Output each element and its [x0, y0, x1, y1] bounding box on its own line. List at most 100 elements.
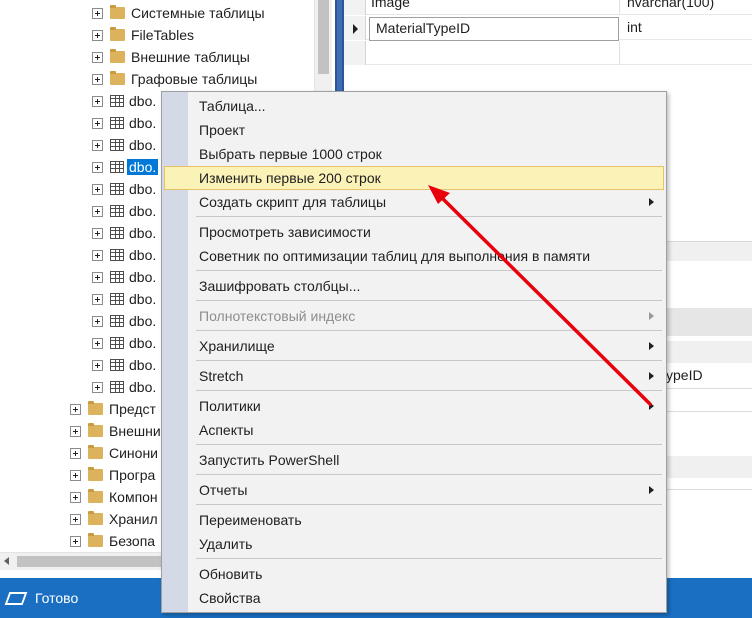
tree-item-label[interactable]: FileTables: [131, 27, 194, 43]
tree-item-label[interactable]: dbo.: [129, 115, 156, 131]
menu-item[interactable]: Stretch: [164, 364, 664, 388]
tree-item-folder[interactable]: Графовые таблицы: [92, 68, 257, 90]
tree-item-label[interactable]: dbo.: [129, 357, 156, 373]
tree-item-label[interactable]: dbo.: [129, 269, 156, 285]
menu-item[interactable]: Советник по оптимизации таблиц для выпол…: [164, 244, 664, 268]
expand-plus-icon[interactable]: [92, 271, 103, 283]
tree-item-label[interactable]: Компон: [109, 489, 158, 505]
menu-item[interactable]: Переименовать: [164, 508, 664, 532]
expand-plus-icon[interactable]: [70, 425, 81, 437]
tree-item-folder[interactable]: Хранил: [70, 508, 158, 530]
tree-item-label[interactable]: dbo.: [129, 247, 156, 263]
menu-item[interactable]: Запустить PowerShell: [164, 448, 664, 472]
tree-item-table[interactable]: dbo.: [92, 156, 159, 178]
tree-item-label[interactable]: dbo.: [129, 335, 156, 351]
tree-item-label[interactable]: Внешни: [109, 423, 161, 439]
tree-item-table[interactable]: dbo.: [92, 90, 156, 112]
scroll-left-arrow-icon[interactable]: [4, 557, 9, 565]
menu-item[interactable]: Таблица...: [164, 94, 664, 118]
tree-item-table[interactable]: dbo.: [92, 310, 156, 332]
designer-row-empty[interactable]: [344, 41, 752, 65]
tree-item-label[interactable]: dbo.: [129, 203, 156, 219]
tree-item-table[interactable]: dbo.: [92, 244, 156, 266]
expand-plus-icon[interactable]: [92, 293, 103, 305]
tree-item-table[interactable]: dbo.: [92, 332, 156, 354]
tree-item-label[interactable]: Внешние таблицы: [131, 49, 250, 65]
tree-item-label[interactable]: Графовые таблицы: [131, 71, 257, 87]
expand-plus-icon[interactable]: [92, 95, 103, 107]
row-selector[interactable]: [344, 41, 366, 65]
expand-plus-icon[interactable]: [92, 337, 103, 349]
row-selector[interactable]: [344, 16, 366, 40]
tree-item-folder[interactable]: Системные таблицы: [92, 2, 265, 24]
tree-item-label[interactable]: Системные таблицы: [131, 5, 265, 21]
expand-plus-icon[interactable]: [92, 227, 103, 239]
menu-item[interactable]: Просмотреть зависимости: [164, 220, 664, 244]
tree-item-folder[interactable]: Синони: [70, 442, 158, 464]
expand-plus-icon[interactable]: [70, 491, 81, 503]
tree-item-table[interactable]: dbo.: [92, 266, 156, 288]
expand-plus-icon[interactable]: [92, 161, 103, 173]
expand-plus-icon[interactable]: [92, 315, 103, 327]
tree-item-label[interactable]: Програ: [109, 467, 155, 483]
tree-item-folder[interactable]: Внешни: [70, 420, 161, 442]
tree-item-folder[interactable]: Предст: [70, 398, 156, 420]
expand-plus-icon[interactable]: [92, 381, 103, 393]
expand-plus-icon[interactable]: [92, 249, 103, 261]
tree-vertical-scroll-thumb[interactable]: [318, 0, 329, 74]
expand-plus-icon[interactable]: [92, 7, 103, 19]
tree-item-table[interactable]: dbo.: [92, 134, 156, 156]
tree-item-folder[interactable]: FileTables: [92, 24, 194, 46]
expand-plus-icon[interactable]: [70, 447, 81, 459]
row-selector[interactable]: [344, 0, 366, 15]
tree-item-label[interactable]: Синони: [109, 445, 158, 461]
menu-item[interactable]: Выбрать первые 1000 строк: [164, 142, 664, 166]
menu-item[interactable]: Удалить: [164, 532, 664, 556]
tree-item-label[interactable]: dbo.: [129, 93, 156, 109]
designer-row[interactable]: Image nvarchar(100): [344, 0, 752, 15]
menu-item[interactable]: Отчеты: [164, 478, 664, 502]
expand-plus-icon[interactable]: [92, 139, 103, 151]
expand-plus-icon[interactable]: [70, 513, 81, 525]
property-value[interactable]: ypeID: [666, 367, 703, 383]
tree-item-label[interactable]: Безопа: [109, 533, 155, 549]
designer-row-current[interactable]: MaterialTypeID int: [344, 16, 752, 41]
tree-item-label[interactable]: Предст: [109, 401, 156, 417]
expand-plus-icon[interactable]: [92, 73, 103, 85]
tree-item-label[interactable]: dbo.: [129, 181, 156, 197]
tree-item-table[interactable]: dbo.: [92, 288, 156, 310]
menu-item[interactable]: Зашифровать столбцы...: [164, 274, 664, 298]
menu-item[interactable]: Создать скрипт для таблицы: [164, 190, 664, 214]
expand-plus-icon[interactable]: [70, 535, 81, 547]
tree-item-table[interactable]: dbo.: [92, 376, 156, 398]
tree-item-label[interactable]: dbo.: [129, 137, 156, 153]
menu-item[interactable]: Аспекты: [164, 418, 664, 442]
tree-item-table[interactable]: dbo.: [92, 222, 156, 244]
expand-plus-icon[interactable]: [70, 469, 81, 481]
tree-item-label[interactable]: dbo.: [129, 379, 156, 395]
menu-item[interactable]: Проект: [164, 118, 664, 142]
tree-item-folder[interactable]: Безопа: [70, 530, 155, 552]
data-type-cell[interactable]: nvarchar(100): [627, 0, 714, 10]
menu-item[interactable]: Хранилище: [164, 334, 664, 358]
tree-item-folder[interactable]: Внешние таблицы: [92, 46, 250, 68]
tree-item-folder[interactable]: Компон: [70, 486, 158, 508]
expand-plus-icon[interactable]: [92, 117, 103, 129]
tree-item-table[interactable]: dbo.: [92, 112, 156, 134]
expand-plus-icon[interactable]: [92, 183, 103, 195]
menu-item[interactable]: Свойства: [164, 586, 664, 610]
tree-item-label[interactable]: dbo.: [129, 291, 156, 307]
tree-item-table[interactable]: dbo.: [92, 200, 156, 222]
data-type-cell[interactable]: int: [627, 19, 642, 35]
tree-item-folder[interactable]: Програ: [70, 464, 155, 486]
column-name-edit-field[interactable]: MaterialTypeID: [369, 17, 619, 41]
expand-plus-icon[interactable]: [92, 359, 103, 371]
expand-plus-icon[interactable]: [92, 205, 103, 217]
tree-item-table[interactable]: dbo.: [92, 178, 156, 200]
expand-plus-icon[interactable]: [70, 403, 81, 415]
tree-item-label[interactable]: dbo.: [127, 159, 159, 175]
menu-item[interactable]: Политики: [164, 394, 664, 418]
expand-plus-icon[interactable]: [92, 51, 103, 63]
tree-item-label[interactable]: dbo.: [129, 225, 156, 241]
tree-item-label[interactable]: Хранил: [109, 511, 158, 527]
